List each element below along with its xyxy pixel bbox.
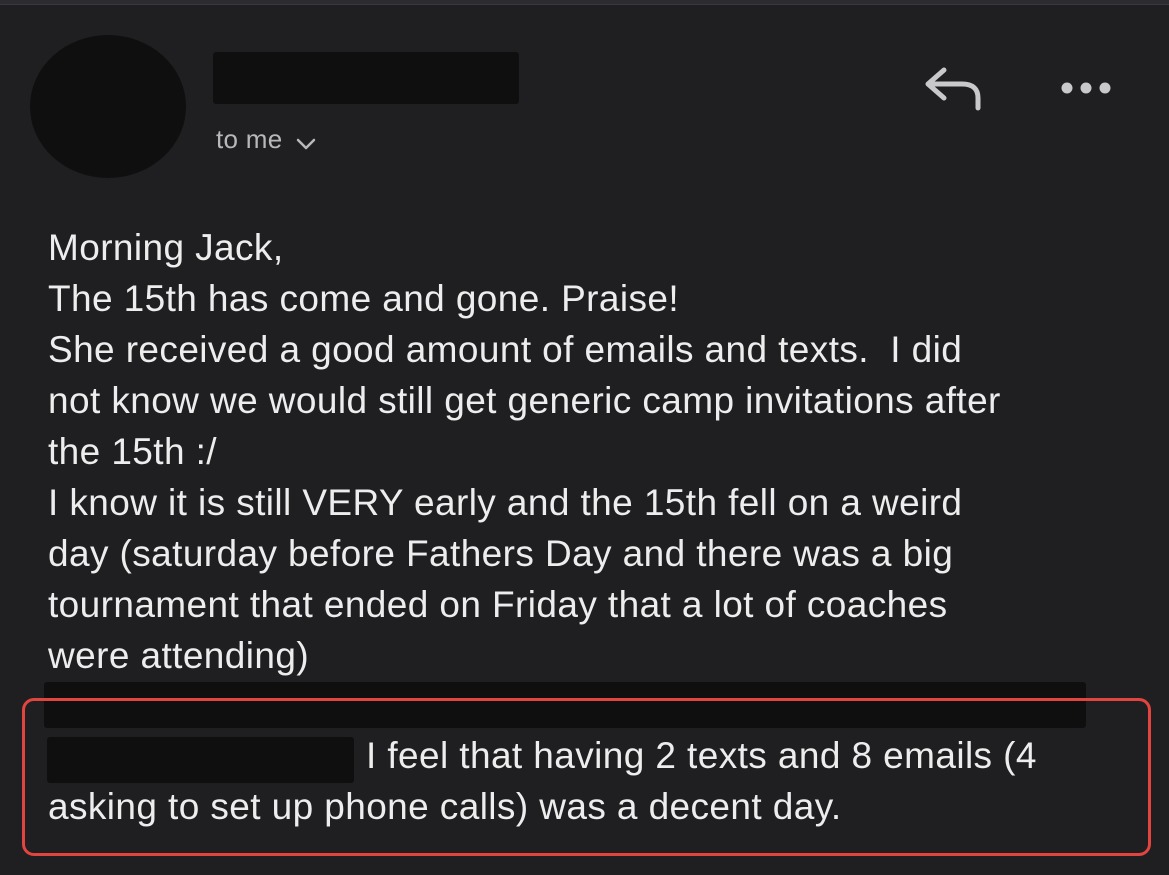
email-line: Morning Jack, [48, 227, 284, 268]
recipient-toggle[interactable]: to me [216, 124, 317, 155]
email-line: were attending) [48, 635, 310, 676]
highlight-annotation-box [22, 698, 1151, 856]
more-options-icon[interactable] [1058, 76, 1114, 100]
reply-icon[interactable] [922, 64, 986, 112]
chevron-down-icon [296, 138, 315, 149]
email-line: I know it is still VERY early and the 15… [48, 482, 963, 523]
recipient-label: to me [216, 124, 283, 154]
sender-avatar[interactable] [30, 35, 186, 178]
email-line: She received a good amount of emails and… [48, 329, 963, 370]
email-line: tournament that ended on Friday that a l… [48, 584, 948, 625]
email-line: day (saturday before Fathers Day and the… [48, 533, 954, 574]
email-body: Morning Jack, The 15th has come and gone… [48, 222, 1148, 681]
sender-name-redaction [213, 52, 519, 104]
email-line: The 15th has come and gone. Praise! [48, 278, 680, 319]
top-divider [0, 0, 1169, 5]
email-line: the 15th :/ [48, 431, 217, 472]
email-line: not know we would still get generic camp… [48, 380, 1001, 421]
